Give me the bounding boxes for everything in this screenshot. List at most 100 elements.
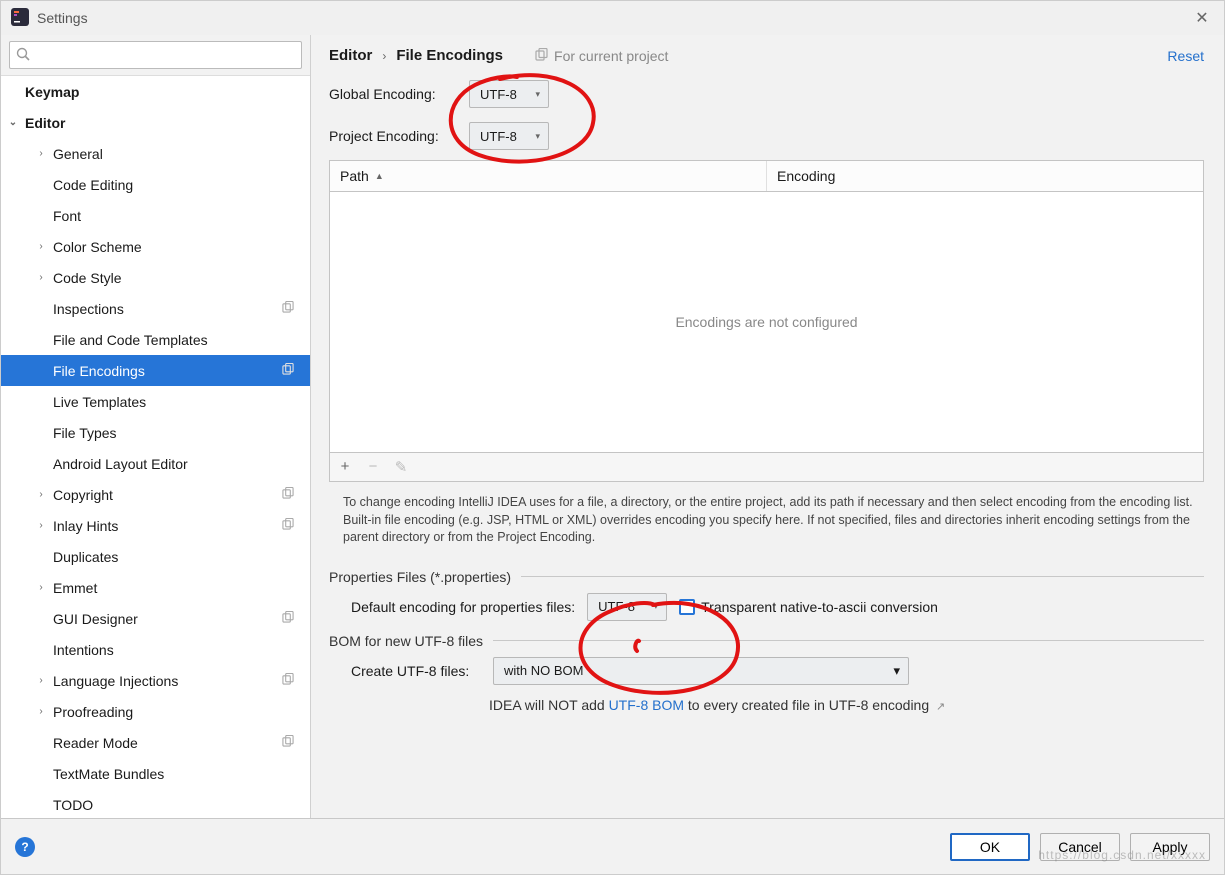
sidebar-item-label: Reader Mode <box>53 735 138 751</box>
breadcrumb-editor[interactable]: Editor <box>329 47 372 64</box>
sidebar-item-copyright[interactable]: › Copyright <box>1 479 310 510</box>
sidebar-item-label: GUI Designer <box>53 611 138 627</box>
body: Keymap⌄Editor›GeneralCode EditingFont›Co… <box>1 35 1224 818</box>
sidebar-item-code-style[interactable]: ›Code Style <box>1 262 310 293</box>
global-encoding-combo[interactable]: UTF-8 ▾ <box>469 80 549 108</box>
sidebar-item-label: Intentions <box>53 642 114 658</box>
breadcrumb-file-encodings: File Encodings <box>396 47 503 64</box>
sidebar-item-label: Keymap <box>25 84 79 100</box>
sidebar-item-label: Emmet <box>53 580 97 596</box>
scope-label: For current project <box>535 48 668 64</box>
reset-link[interactable]: Reset <box>1167 48 1204 64</box>
transparent-conversion-checkbox[interactable]: Transparent native-to-ascii conversion <box>679 599 938 615</box>
chevron-right-icon: › <box>35 675 47 686</box>
search-input[interactable] <box>34 46 295 64</box>
copy-icon <box>282 673 294 688</box>
project-encoding-label: Project Encoding: <box>329 128 459 144</box>
sidebar-item-textmate-bundles[interactable]: TextMate Bundles <box>1 758 310 789</box>
copy-icon <box>282 518 294 533</box>
sidebar: Keymap⌄Editor›GeneralCode EditingFont›Co… <box>1 35 311 818</box>
sidebar-item-label: Language Injections <box>53 673 178 689</box>
sidebar-item-label: TextMate Bundles <box>53 766 164 782</box>
remove-button[interactable]: − <box>366 458 380 476</box>
sidebar-item-label: Color Scheme <box>53 239 142 255</box>
button-bar: ? OK Cancel Apply <box>1 818 1224 874</box>
create-utf8-label: Create UTF-8 files: <box>351 663 481 679</box>
copy-icon <box>282 611 294 626</box>
sidebar-item-font[interactable]: Font <box>1 200 310 231</box>
project-encoding-combo[interactable]: UTF-8 ▾ <box>469 122 549 150</box>
sidebar-item-label: General <box>53 146 103 162</box>
help-button[interactable]: ? <box>15 837 35 857</box>
chevron-down-icon: ▾ <box>654 601 659 612</box>
add-button[interactable]: + <box>338 458 352 476</box>
utf8-bom-link[interactable]: UTF-8 BOM <box>609 697 684 713</box>
settings-tree[interactable]: Keymap⌄Editor›GeneralCode EditingFont›Co… <box>1 76 310 818</box>
sidebar-item-label: Copyright <box>53 487 113 503</box>
column-encoding[interactable]: Encoding <box>767 161 1203 191</box>
copy-icon <box>282 301 294 316</box>
sidebar-item-label: Proofreading <box>53 704 133 720</box>
sidebar-item-language-injections[interactable]: › Language Injections <box>1 665 310 696</box>
ok-button[interactable]: OK <box>950 833 1030 861</box>
chevron-right-icon: › <box>35 489 47 500</box>
sidebar-item-label: Duplicates <box>53 549 118 565</box>
sidebar-item-emmet[interactable]: › Emmet <box>1 572 310 603</box>
sidebar-item-todo[interactable]: TODO <box>1 789 310 818</box>
bom-note: IDEA will NOT add UTF-8 BOM to every cre… <box>489 697 945 713</box>
sidebar-item-label: Inlay Hints <box>53 518 118 534</box>
sidebar-item-keymap[interactable]: Keymap <box>1 76 310 107</box>
chevron-down-icon: ⌄ <box>7 117 19 128</box>
sidebar-item-label: Code Editing <box>53 177 133 193</box>
sidebar-item-label: Inspections <box>53 301 124 317</box>
edit-button[interactable]: ✎ <box>394 458 408 476</box>
column-path[interactable]: Path ▲ <box>330 161 767 191</box>
sidebar-item-live-templates[interactable]: Live Templates <box>1 386 310 417</box>
settings-window: Settings ✕ Keymap⌄Editor›GeneralCode Edi… <box>0 0 1225 875</box>
sidebar-item-label: Live Templates <box>53 394 146 410</box>
sidebar-item-editor[interactable]: ⌄Editor <box>1 107 310 138</box>
sidebar-item-file-and-code-templates[interactable]: File and Code Templates <box>1 324 310 355</box>
main-panel: Editor › File Encodings For current proj… <box>311 35 1224 818</box>
titlebar: Settings ✕ <box>1 1 1224 35</box>
create-utf8-combo[interactable]: with NO BOM ▾ <box>493 657 909 685</box>
search-box[interactable] <box>9 41 302 69</box>
sidebar-item-android-layout-editor[interactable]: Android Layout Editor <box>1 448 310 479</box>
table-toolbar: + − ✎ <box>330 452 1203 481</box>
chevron-right-icon: › <box>35 148 47 159</box>
sidebar-item-label: File Types <box>53 425 117 441</box>
sidebar-item-file-encodings[interactable]: File Encodings <box>1 355 310 386</box>
chevron-right-icon: › <box>35 241 47 252</box>
sidebar-item-gui-designer[interactable]: GUI Designer <box>1 603 310 634</box>
sidebar-item-inspections[interactable]: Inspections <box>1 293 310 324</box>
sidebar-item-code-editing[interactable]: Code Editing <box>1 169 310 200</box>
search-wrap <box>1 35 310 76</box>
sort-asc-icon: ▲ <box>375 171 384 181</box>
copy-icon <box>282 363 294 378</box>
encodings-table: Path ▲ Encoding Encodings are not config… <box>329 160 1204 482</box>
chevron-right-icon: › <box>35 582 47 593</box>
sidebar-item-file-types[interactable]: File Types <box>1 417 310 448</box>
search-icon <box>16 47 30 64</box>
sidebar-item-label: File Encodings <box>53 363 145 379</box>
apply-button[interactable]: Apply <box>1130 833 1210 861</box>
sidebar-item-inlay-hints[interactable]: › Inlay Hints <box>1 510 310 541</box>
sidebar-item-intentions[interactable]: Intentions <box>1 634 310 665</box>
cancel-button[interactable]: Cancel <box>1040 833 1120 861</box>
section-properties: Properties Files (*.properties) <box>329 569 1204 585</box>
sidebar-item-label: Code Style <box>53 270 121 286</box>
chevron-down-icon: ▾ <box>535 131 540 142</box>
chevron-down-icon: ▾ <box>535 89 540 100</box>
sidebar-item-duplicates[interactable]: Duplicates <box>1 541 310 572</box>
sidebar-item-color-scheme[interactable]: › Color Scheme <box>1 231 310 262</box>
close-icon[interactable]: ✕ <box>1190 8 1214 28</box>
properties-encoding-combo[interactable]: UTF-8 ▾ <box>587 593 667 621</box>
sidebar-item-label: TODO <box>53 797 93 813</box>
table-empty: Encodings are not configured <box>330 192 1203 452</box>
sidebar-item-reader-mode[interactable]: Reader Mode <box>1 727 310 758</box>
app-icon <box>11 8 29 29</box>
sidebar-item-label: Font <box>53 208 81 224</box>
chevron-right-icon: › <box>35 520 47 531</box>
sidebar-item-proofreading[interactable]: ›Proofreading <box>1 696 310 727</box>
sidebar-item-general[interactable]: › General <box>1 138 310 169</box>
